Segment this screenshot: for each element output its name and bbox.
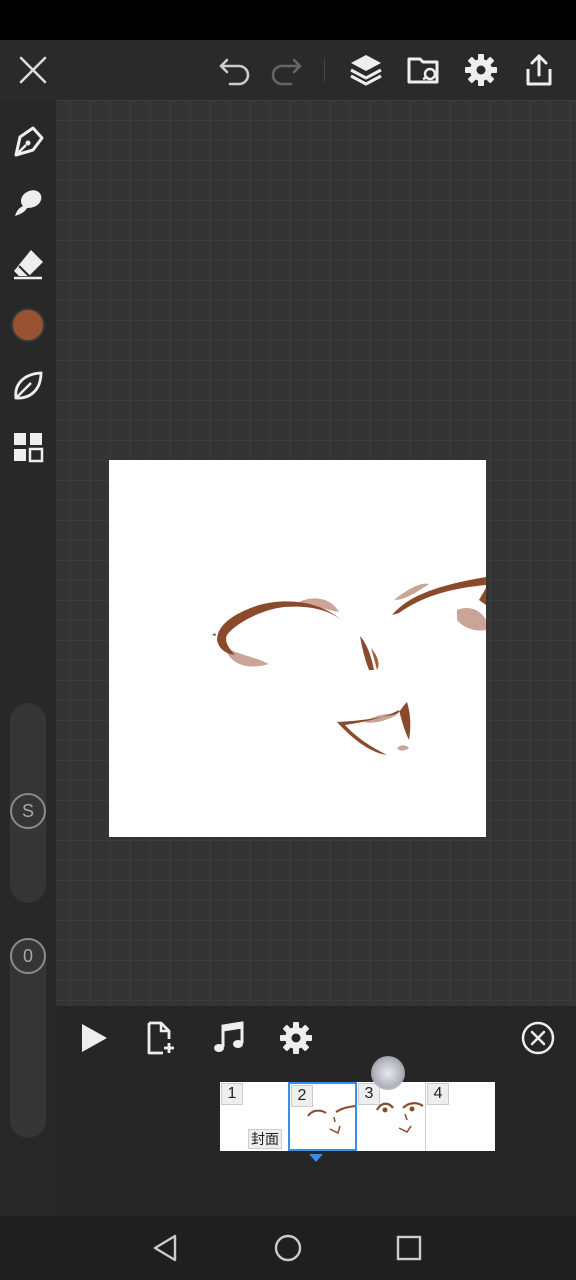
drawing-paper[interactable]	[109, 460, 486, 837]
home-icon[interactable]	[266, 1228, 310, 1268]
frame-number: 4	[427, 1083, 449, 1105]
music-icon[interactable]	[204, 1013, 254, 1063]
frame-2[interactable]: 2	[288, 1082, 357, 1151]
current-frame-marker	[309, 1154, 323, 1162]
color-swatch[interactable]	[6, 303, 50, 347]
redo-icon[interactable]	[264, 48, 308, 92]
top-toolbar	[0, 40, 576, 100]
frame-drag-handle[interactable]	[371, 1056, 405, 1090]
system-nav-bar	[0, 1216, 576, 1280]
size-slider-label: S	[21, 800, 34, 821]
add-frame-icon[interactable]	[136, 1013, 186, 1063]
opacity-slider-label-overlay: 0	[22, 945, 33, 966]
sketch-drawing	[212, 577, 486, 755]
share-icon[interactable]	[517, 48, 561, 92]
play-icon[interactable]	[69, 1013, 119, 1063]
size-slider-knob[interactable]: S	[10, 793, 46, 829]
toolbar-divider	[324, 58, 325, 82]
grid-icon[interactable]	[6, 425, 50, 469]
frame-timeline: 1 封面 2 3 4	[220, 1082, 495, 1151]
close-icon[interactable]	[11, 48, 55, 92]
frame-thumbnail	[376, 1102, 424, 1133]
frame-3[interactable]: 3	[357, 1082, 425, 1151]
folder-icon[interactable]	[402, 48, 446, 92]
opacity-slider-knob-overlay: 0	[10, 938, 46, 974]
eraser-icon[interactable]	[6, 242, 50, 286]
cover-label: 封面	[248, 1129, 282, 1149]
smudge-icon[interactable]	[6, 181, 50, 225]
status-bar	[0, 0, 576, 40]
frame-4[interactable]: 4	[426, 1082, 494, 1151]
leaf-icon[interactable]	[6, 364, 50, 408]
settings-icon[interactable]	[459, 48, 503, 92]
back-icon[interactable]	[143, 1228, 187, 1268]
close-circle-icon[interactable]	[513, 1013, 563, 1063]
recents-icon[interactable]	[387, 1228, 431, 1268]
frame-number: 1	[221, 1083, 243, 1105]
layers-icon[interactable]	[344, 48, 388, 92]
frame-1[interactable]: 1 封面	[220, 1082, 288, 1151]
pen-icon[interactable]	[6, 120, 50, 164]
animation-settings-icon[interactable]	[271, 1013, 321, 1063]
frame-thumbnail	[307, 1105, 355, 1135]
brush-size-slider[interactable]: S	[10, 703, 46, 903]
undo-icon[interactable]	[213, 48, 257, 92]
